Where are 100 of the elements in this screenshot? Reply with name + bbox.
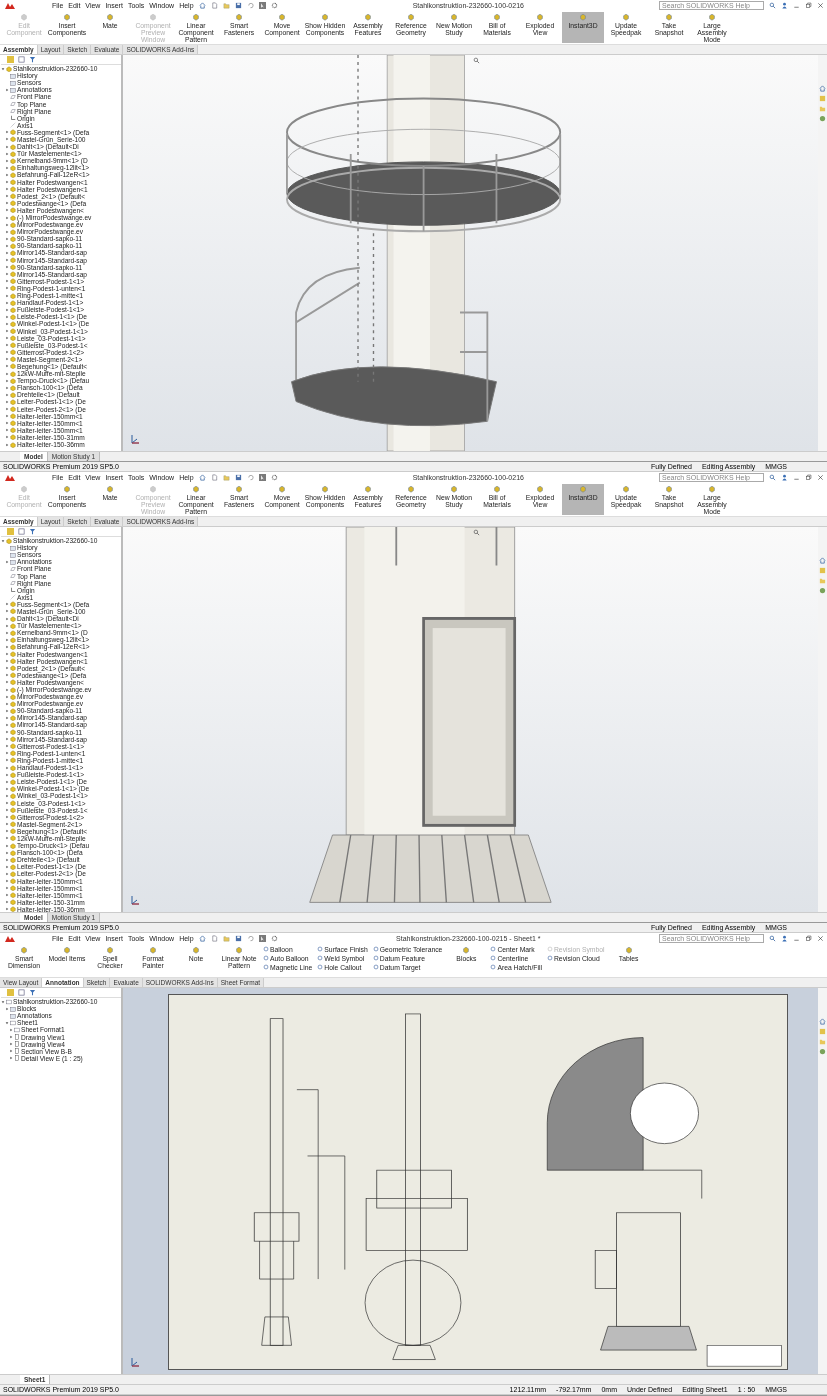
caret-icon[interactable] [5, 307, 9, 312]
caret-icon[interactable] [5, 399, 9, 404]
caret-icon[interactable] [5, 723, 9, 727]
caret-icon[interactable] [5, 652, 9, 657]
caret-icon[interactable] [5, 336, 9, 341]
zoom-icon[interactable] [473, 57, 480, 64]
caret-icon[interactable] [5, 559, 9, 564]
caret-icon[interactable] [5, 715, 9, 720]
folder-icon[interactable] [222, 474, 230, 481]
caret-icon[interactable] [5, 808, 9, 813]
caret-icon[interactable] [5, 864, 9, 869]
undo-icon[interactable] [246, 474, 254, 481]
home-icon[interactable] [198, 474, 206, 481]
document-icon[interactable] [210, 474, 218, 481]
caret-icon[interactable] [5, 644, 9, 649]
palette-icon[interactable] [819, 1048, 826, 1055]
zoom-icon[interactable] [473, 529, 480, 536]
caret-icon[interactable] [5, 144, 9, 149]
caret-icon[interactable] [5, 886, 9, 891]
home-icon[interactable] [198, 935, 206, 942]
caret-icon[interactable] [5, 857, 9, 862]
caret-icon[interactable] [5, 609, 9, 614]
caret-icon[interactable] [5, 229, 9, 234]
home-icon[interactable] [819, 557, 826, 564]
restore-icon[interactable] [805, 2, 812, 9]
caret-icon[interactable] [5, 158, 9, 163]
caret-icon[interactable] [5, 1020, 9, 1025]
caret-icon[interactable] [1, 66, 5, 71]
search-icon[interactable] [769, 2, 776, 9]
palette-icon[interactable] [819, 115, 826, 122]
caret-icon[interactable] [5, 616, 9, 621]
save-icon[interactable] [234, 935, 242, 942]
user-icon[interactable] [781, 474, 788, 481]
caret-icon[interactable] [5, 694, 9, 699]
list-icon[interactable] [18, 528, 25, 535]
caret-icon[interactable] [9, 1035, 13, 1039]
search-icon[interactable] [769, 474, 776, 481]
save-icon[interactable] [234, 2, 242, 9]
folder-icon[interactable] [222, 935, 230, 942]
caret-icon[interactable] [5, 843, 9, 848]
home-icon[interactable] [819, 1018, 826, 1025]
caret-icon[interactable] [5, 293, 9, 298]
palette-icon[interactable] [819, 587, 826, 594]
caret-icon[interactable] [5, 879, 9, 884]
restore-icon[interactable] [805, 474, 812, 481]
caret-icon[interactable] [5, 187, 9, 192]
caret-icon[interactable] [5, 137, 9, 142]
caret-icon[interactable] [5, 172, 9, 177]
caret-icon[interactable] [5, 300, 9, 305]
caret-icon[interactable] [5, 215, 9, 220]
caret-icon[interactable] [5, 765, 9, 770]
user-icon[interactable] [781, 935, 788, 942]
caret-icon[interactable] [5, 251, 9, 255]
caret-icon[interactable] [1, 999, 5, 1004]
list-icon[interactable] [18, 56, 25, 63]
caret-icon[interactable] [5, 151, 9, 156]
user-icon[interactable] [781, 2, 788, 9]
folder-icon[interactable] [222, 2, 230, 9]
caret-icon[interactable] [5, 385, 9, 390]
caret-icon[interactable] [5, 165, 9, 170]
restore-icon[interactable] [805, 935, 812, 942]
caret-icon[interactable] [5, 779, 9, 784]
cursor-icon[interactable] [258, 935, 266, 942]
caret-icon[interactable] [5, 850, 9, 855]
caret-icon[interactable] [5, 786, 9, 791]
caret-icon[interactable] [5, 708, 9, 713]
caret-icon[interactable] [5, 687, 9, 692]
cursor-icon[interactable] [258, 474, 266, 481]
close-icon[interactable] [817, 474, 824, 481]
undo-icon[interactable] [246, 2, 254, 9]
caret-icon[interactable] [5, 314, 9, 319]
caret-icon[interactable] [5, 836, 9, 841]
caret-icon[interactable] [5, 392, 9, 397]
caret-icon[interactable] [5, 1006, 9, 1011]
gear-icon[interactable] [270, 474, 278, 481]
gear-icon[interactable] [270, 935, 278, 942]
caret-icon[interactable] [5, 630, 9, 635]
caret-icon[interactable] [5, 180, 9, 185]
caret-icon[interactable] [5, 414, 9, 419]
list-icon[interactable] [18, 989, 25, 996]
close-icon[interactable] [817, 2, 824, 9]
caret-icon[interactable] [5, 871, 9, 876]
caret-icon[interactable] [5, 236, 9, 241]
caret-icon[interactable] [5, 87, 9, 92]
caret-icon[interactable] [5, 730, 9, 735]
caret-icon[interactable] [5, 772, 9, 777]
undo-icon[interactable] [246, 935, 254, 942]
search-icon[interactable] [769, 935, 776, 942]
caret-icon[interactable] [5, 637, 9, 642]
caret-icon[interactable] [9, 1027, 13, 1032]
caret-icon[interactable] [5, 701, 9, 706]
caret-icon[interactable] [5, 793, 9, 798]
caret-icon[interactable] [5, 907, 9, 912]
caret-icon[interactable] [5, 407, 9, 412]
caret-icon[interactable] [5, 258, 9, 263]
caret-icon[interactable] [5, 321, 9, 326]
caret-icon[interactable] [5, 364, 9, 369]
home-icon[interactable] [819, 85, 826, 92]
gear-icon[interactable] [270, 2, 278, 9]
save-icon[interactable] [234, 474, 242, 481]
